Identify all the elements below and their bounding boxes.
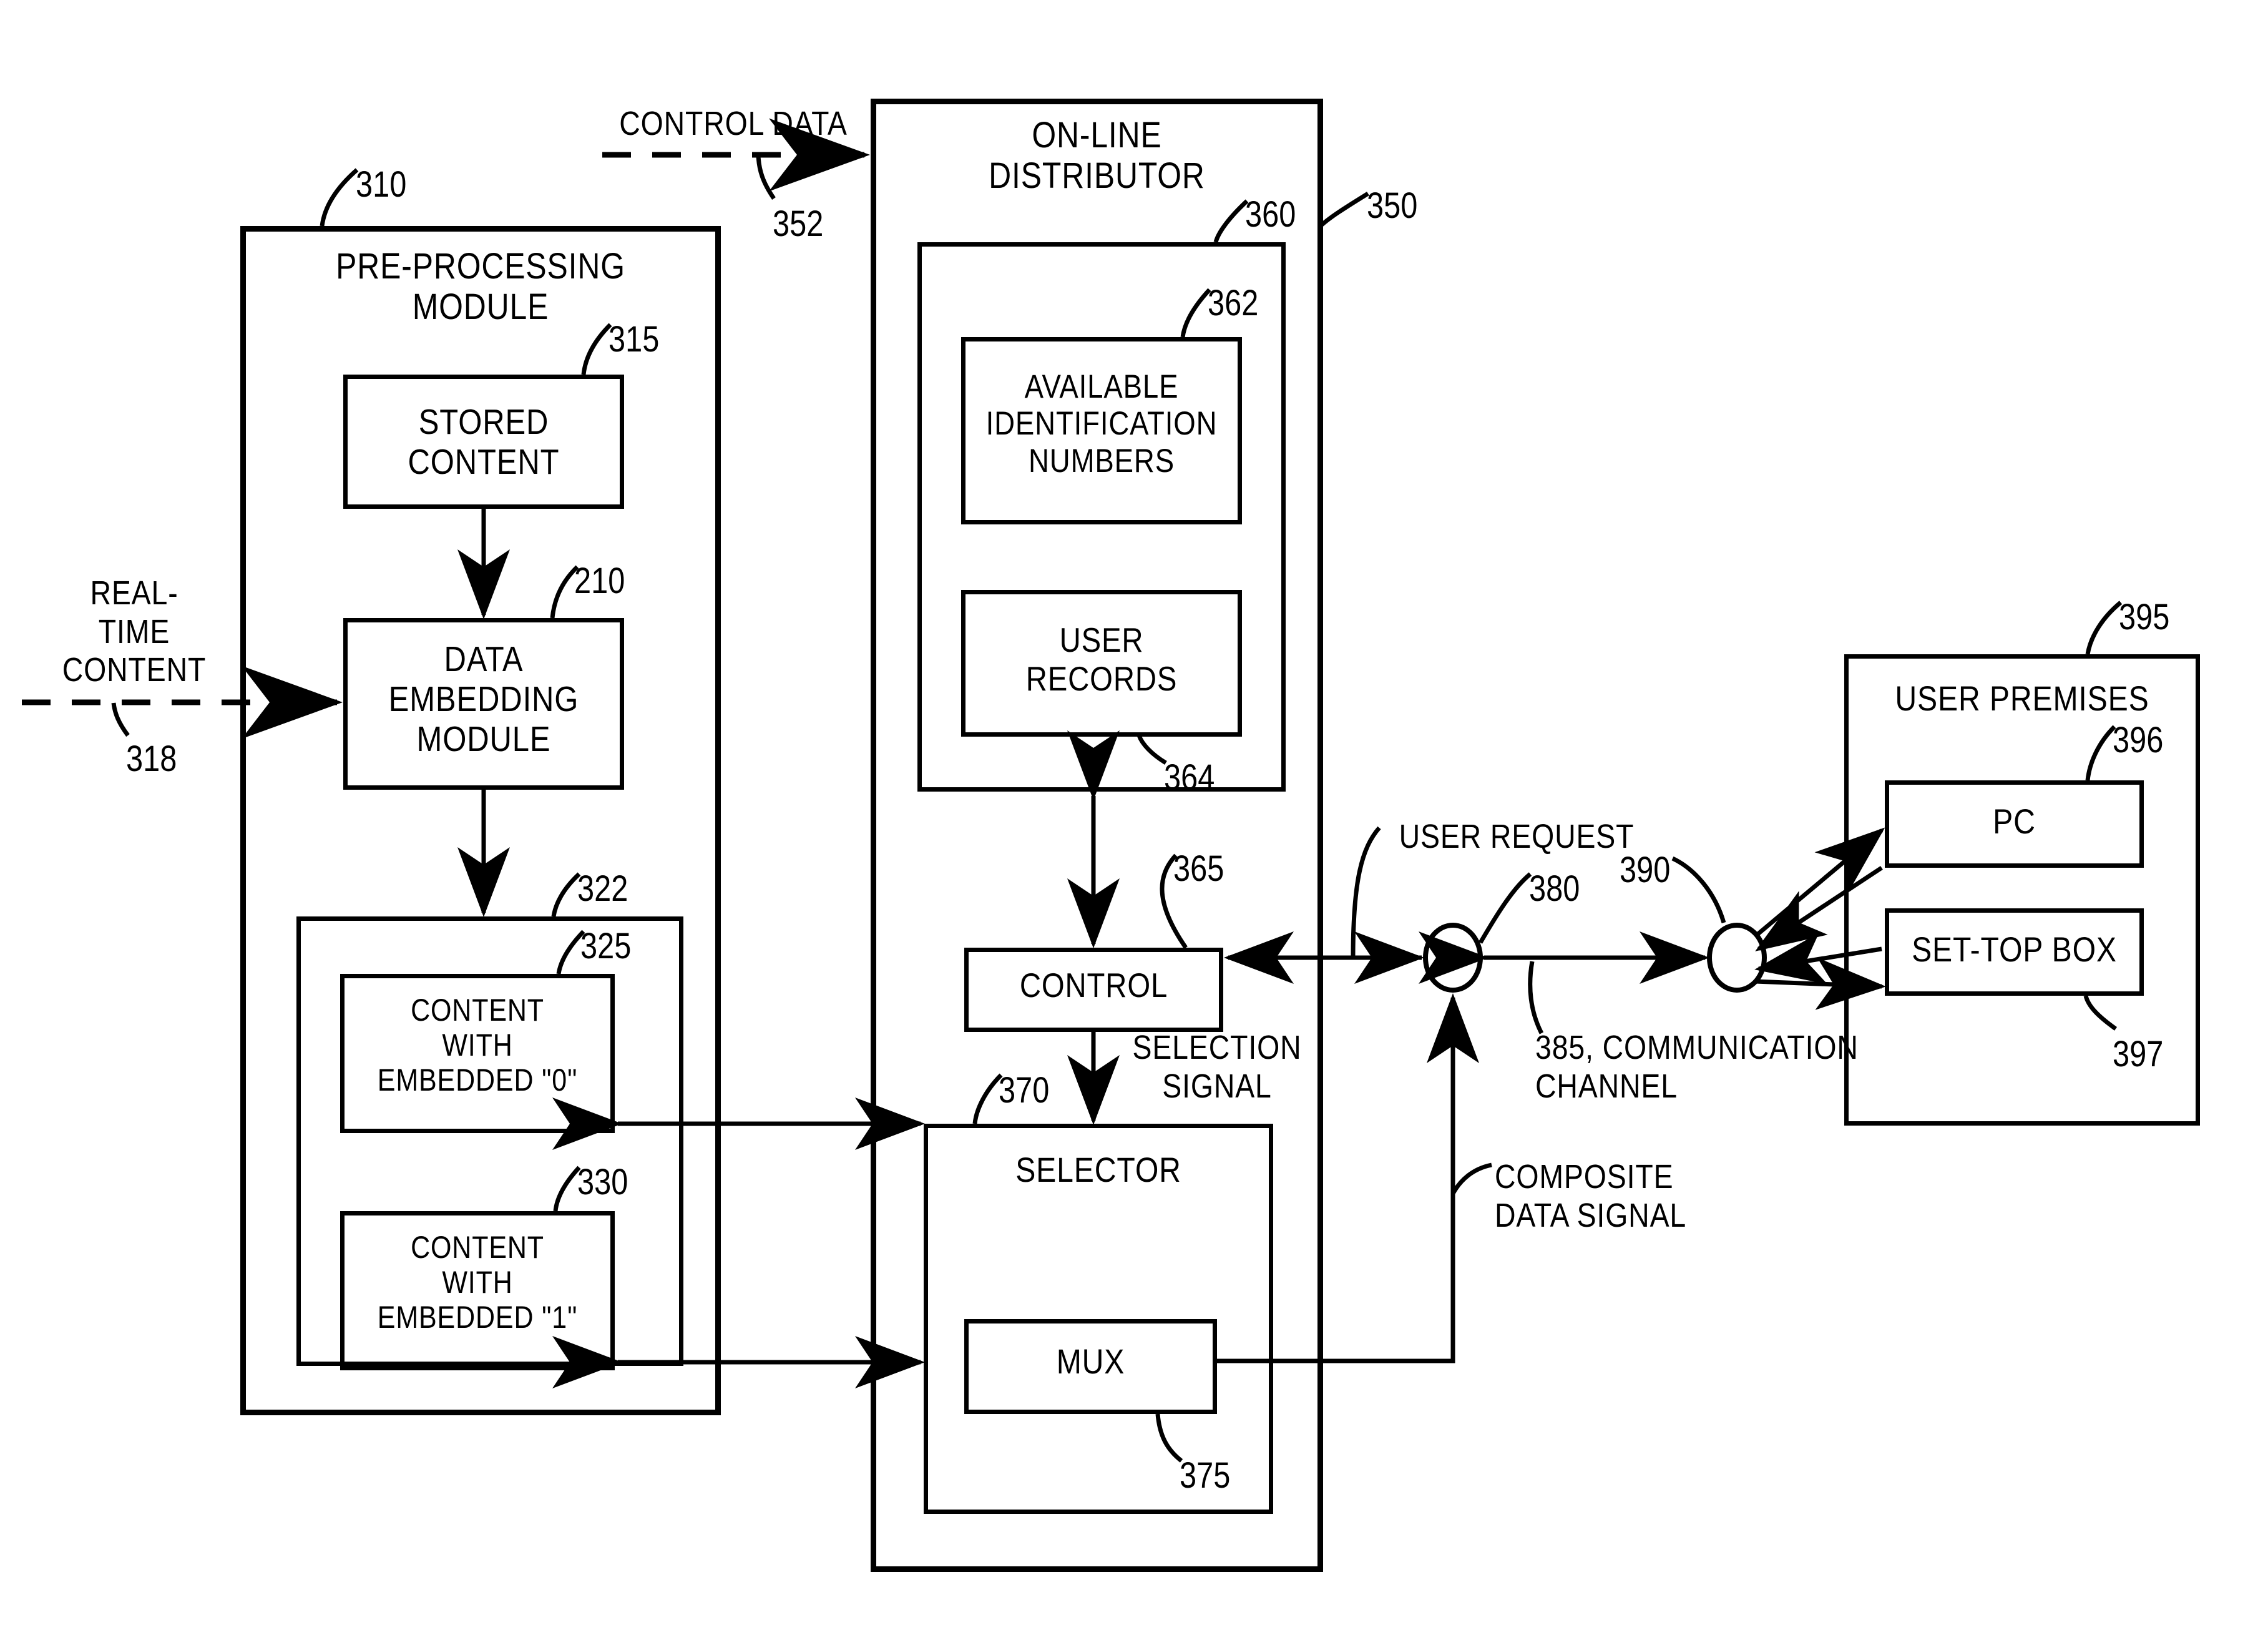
data-embedding-module-label: DATA EMBEDDING MODULE xyxy=(388,639,579,759)
ref-322: 322 xyxy=(577,868,628,909)
ref-380: 380 xyxy=(1529,868,1580,909)
control-label: CONTROL xyxy=(1019,966,1168,1004)
user-records-label: USER RECORDS xyxy=(1025,621,1178,698)
pc-label: PC xyxy=(1993,802,2036,841)
pre-processing-module-title: PRE-PROCESSING MODULE xyxy=(336,246,625,327)
leader-395 xyxy=(2085,601,2123,655)
ref-370: 370 xyxy=(999,1070,1050,1111)
user-premises-title: USER PREMISES xyxy=(1895,679,2149,718)
ref-318: 318 xyxy=(126,739,177,779)
ref-364: 364 xyxy=(1164,757,1215,798)
leader-390 xyxy=(1671,856,1726,923)
content-embedded-one-label: CONTENT WITH EMBEDDED "1" xyxy=(377,1230,578,1335)
ref-330: 330 xyxy=(577,1162,628,1202)
leader-318 xyxy=(111,702,130,737)
ref-395: 395 xyxy=(2119,597,2170,637)
selector-label: SELECTOR xyxy=(1015,1150,1181,1189)
ref-365: 365 xyxy=(1173,848,1224,889)
leader-385 xyxy=(1528,961,1544,1034)
ref-397: 397 xyxy=(2113,1034,2164,1074)
ref-315: 315 xyxy=(609,319,660,360)
ref-210: 210 xyxy=(574,561,625,601)
composite-data-signal-label: COMPOSITE DATA SIGNAL xyxy=(1495,1158,1687,1234)
leader-380 xyxy=(1478,872,1532,944)
leader-composite xyxy=(1450,1162,1492,1195)
online-distributor-title: ON-LINE DISTRIBUTOR xyxy=(989,115,1205,196)
ref-352: 352 xyxy=(773,204,824,244)
user-premises-node xyxy=(1707,923,1767,993)
set-top-box-label: SET-TOP BOX xyxy=(1912,930,2117,969)
control-data-label: CONTROL DATA xyxy=(619,105,848,142)
ref-375: 375 xyxy=(1180,1455,1231,1496)
ref-396: 396 xyxy=(2113,720,2164,760)
real-time-content-label: REAL- TIME CONTENT xyxy=(62,574,207,689)
mux-label: MUX xyxy=(1056,1342,1125,1381)
user-request-node xyxy=(1423,923,1483,993)
leader-350 xyxy=(1320,192,1369,227)
ref-360: 360 xyxy=(1245,194,1296,235)
available-identification-numbers-label: AVAILABLE IDENTIFICATION NUMBERS xyxy=(985,368,1218,479)
figure-canvas: PRE-PROCESSING MODULE 310 STORED CONTENT… xyxy=(0,0,2268,1645)
ref-310: 310 xyxy=(356,164,407,205)
leader-310 xyxy=(320,168,359,227)
selection-signal-label: SELECTION SIGNAL xyxy=(1132,1029,1302,1105)
ref-350: 350 xyxy=(1367,185,1418,226)
stored-content-label: STORED CONTENT xyxy=(408,402,560,482)
leader-user-request xyxy=(1351,826,1381,958)
leader-352 xyxy=(756,155,776,200)
content-embedded-zero-label: CONTENT WITH EMBEDDED "0" xyxy=(377,993,578,1097)
ref-325: 325 xyxy=(580,926,632,966)
user-request-label: USER REQUEST xyxy=(1399,818,1635,855)
ref-362: 362 xyxy=(1208,283,1259,323)
